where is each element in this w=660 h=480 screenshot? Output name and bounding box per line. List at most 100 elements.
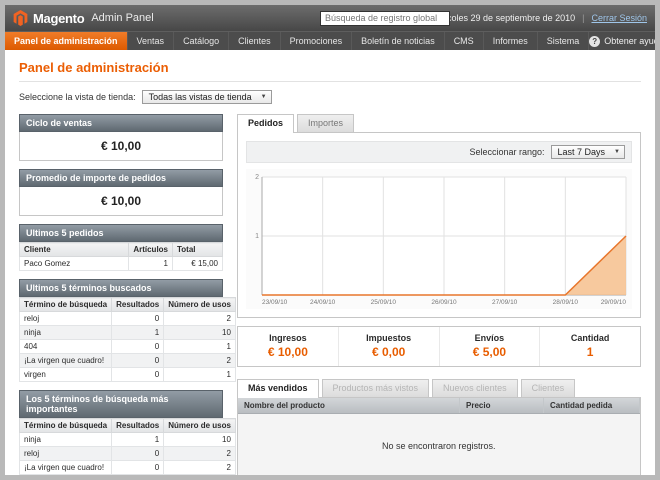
table-row[interactable]: ninja 1 10 [20, 326, 236, 340]
store-view-select[interactable]: Todas las vistas de tienda ▼ [142, 90, 272, 104]
cell: 2 [164, 461, 236, 475]
cell: 0 [112, 461, 164, 475]
cell: 404 [20, 475, 112, 476]
svg-text:29/09/10: 29/09/10 [601, 299, 627, 306]
tab-mas-vendidos[interactable]: Más vendidos [237, 379, 319, 398]
help-link[interactable]: ? Obtener ayuda para esta página [589, 32, 655, 50]
magento-logo-icon [13, 10, 28, 26]
table-row[interactable]: 404 0 1 [20, 475, 236, 476]
last-search-table: Término de búsqueda Resultados Número de… [19, 297, 236, 382]
cell: 0 [112, 354, 164, 368]
panel-title: Los 5 términos de búsqueda más important… [19, 390, 223, 418]
tab-pedidos[interactable]: Pedidos [237, 114, 294, 133]
cell: 0 [112, 312, 164, 326]
average-order-value: € 10,00 [19, 187, 223, 216]
cell: 1 [164, 368, 236, 382]
average-order-panel: Promedio de importe de pedidos € 10,00 [19, 169, 223, 216]
cell: virgen [20, 368, 112, 382]
column-header: Número de usos [164, 419, 236, 433]
dashboard-main: Pedidos Importes Seleccionar rango: Last… [237, 114, 641, 475]
content: Panel de administración Seleccione la vi… [5, 50, 655, 475]
cell: reloj [20, 312, 112, 326]
svg-text:2: 2 [255, 174, 259, 181]
table-row[interactable]: Paco Gomez 1 € 15,00 [20, 257, 223, 271]
table-row[interactable]: virgen 0 1 [20, 368, 236, 382]
stat-ingresos: Ingresos € 10,00 [238, 327, 338, 366]
help-icon: ? [589, 36, 600, 47]
sales-cycle-panel: Ciclo de ventas € 10,00 [19, 114, 223, 161]
cell: 0 [112, 368, 164, 382]
cell: Paco Gomez [20, 257, 129, 271]
column-header: Término de búsqueda [20, 298, 112, 312]
empty-message: No se encontraron registros. [238, 414, 640, 476]
logout-link[interactable]: Cerrar Sesión [591, 13, 647, 23]
products-grid-panel: Nombre del producto Precio Cantidad pedi… [237, 397, 641, 475]
svg-text:27/09/10: 27/09/10 [492, 299, 518, 306]
dashboard-columns: Ciclo de ventas € 10,00 Promedio de impo… [5, 108, 655, 475]
cell: ¡La virgen que cuadro! [20, 354, 112, 368]
magento-logo[interactable]: Magento Admin Panel [13, 10, 154, 26]
stat-label: Envíos [440, 333, 540, 343]
nav-item-ventas[interactable]: Ventas [128, 32, 175, 50]
chart-tabs: Pedidos Importes [237, 114, 641, 132]
stat-cantidad: Cantidad 1 [539, 327, 640, 366]
cell: ¡La virgen que cuadro! [20, 461, 112, 475]
nav-item-sistema[interactable]: Sistema [538, 32, 590, 50]
table-row[interactable]: ¡La virgen que cuadro! 0 2 [20, 461, 236, 475]
cell: 2 [164, 354, 236, 368]
admin-page: Magento Admin Panel Accedió como aparco … [5, 5, 655, 475]
nav-item-informes[interactable]: Informes [484, 32, 538, 50]
table-row[interactable]: ¡La virgen que cuadro! 0 2 [20, 354, 236, 368]
main-nav: Panel de administración Ventas Catálogo … [5, 31, 655, 50]
logo-suffix: Admin Panel [91, 12, 153, 24]
chevron-down-icon: ▼ [261, 94, 267, 100]
top-search-table: Término de búsqueda Resultados Número de… [19, 418, 236, 475]
cell: ninja [20, 433, 112, 447]
range-label: Seleccionar rango: [469, 147, 544, 157]
table-row[interactable]: reloj 0 2 [20, 312, 236, 326]
top-search-terms-panel: Los 5 términos de búsqueda más important… [19, 390, 223, 475]
help-label: Obtener ayuda para esta página [604, 36, 655, 46]
table-row[interactable]: ninja 1 10 [20, 433, 236, 447]
store-view-label: Seleccione la vista de tienda: [19, 92, 136, 102]
svg-text:26/09/10: 26/09/10 [431, 299, 457, 306]
stat-value: 1 [540, 345, 640, 359]
column-header: Número de usos [164, 298, 236, 312]
orders-chart-svg: 1223/09/1024/09/1025/09/1026/09/1027/09/… [246, 169, 632, 309]
nav-item-promociones[interactable]: Promociones [281, 32, 353, 50]
last-orders-panel: Ultimos 5 pedidos Cliente Artículos Tota… [19, 224, 223, 271]
table-row[interactable]: reloj 0 2 [20, 447, 236, 461]
cell: 2 [164, 312, 236, 326]
cell: 404 [20, 340, 112, 354]
empty-row: No se encontraron registros. [238, 414, 640, 476]
cell: 1 [164, 475, 236, 476]
column-header: Cantidad pedida [544, 398, 640, 414]
tab-productos-mas-vistos: Productos más vistos [322, 379, 430, 397]
nav-item-dashboard[interactable]: Panel de administración [5, 32, 128, 50]
tab-importes[interactable]: Importes [297, 114, 354, 132]
column-header: Resultados [112, 298, 164, 312]
range-select[interactable]: Last 7 Days ▼ [551, 145, 625, 159]
stat-label: Impuestos [339, 333, 439, 343]
cell: ninja [20, 326, 112, 340]
panel-title: Ultimos 5 términos buscados [19, 279, 223, 297]
nav-item-catalogo[interactable]: Catálogo [174, 32, 229, 50]
stat-label: Ingresos [238, 333, 338, 343]
column-header: Nombre del producto [238, 398, 460, 414]
nav-item-cms[interactable]: CMS [445, 32, 484, 50]
cell: 1 [129, 257, 173, 271]
tab-clientes: Clientes [521, 379, 576, 397]
cell: 10 [164, 326, 236, 340]
last-search-terms-panel: Ultimos 5 términos buscados Término de b… [19, 279, 223, 382]
nav-item-clientes[interactable]: Clientes [229, 32, 281, 50]
nav-item-boletin[interactable]: Boletín de noticias [352, 32, 445, 50]
sales-cycle-value: € 10,00 [19, 132, 223, 161]
tab-nuevos-clientes: Nuevos clientes [432, 379, 518, 397]
svg-text:28/09/10: 28/09/10 [553, 299, 579, 306]
global-search-input[interactable] [320, 11, 450, 26]
panel-title: Ultimos 5 pedidos [19, 224, 223, 242]
cell: 1 [112, 433, 164, 447]
range-bar: Seleccionar rango: Last 7 Days ▼ [246, 141, 632, 163]
panel-title: Promedio de importe de pedidos [19, 169, 223, 187]
table-row[interactable]: 404 0 1 [20, 340, 236, 354]
